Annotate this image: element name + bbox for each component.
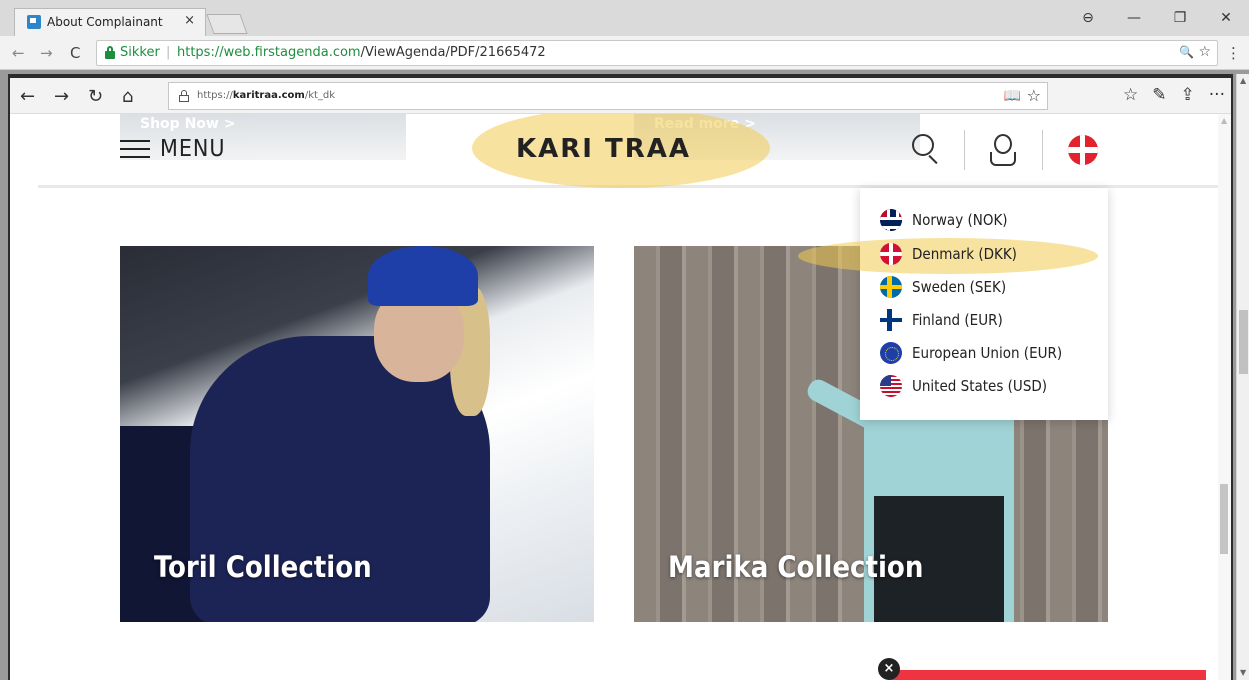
edge-address-bar[interactable]: https://karitraa.com/kt_dk 📖 ☆ xyxy=(168,82,1048,110)
norway-flag-icon xyxy=(880,209,902,231)
edge-back-icon[interactable]: ← xyxy=(20,86,35,107)
restore-button[interactable]: ❐ xyxy=(1157,10,1203,26)
header-divider xyxy=(964,130,965,170)
omnibox-separator: | xyxy=(166,45,171,60)
edge-url: https://karitraa.com/kt_dk xyxy=(197,90,336,101)
denmark-flag-icon[interactable] xyxy=(1068,135,1098,165)
reload-button[interactable]: C xyxy=(70,44,80,62)
currency-option-label: United States (USD) xyxy=(912,377,1048,395)
bookmark-star-icon[interactable]: ☆ xyxy=(1198,44,1211,60)
marika-collection-title: Marika Collection xyxy=(668,550,924,584)
add-favorite-icon[interactable]: ☆ xyxy=(1027,86,1041,105)
chrome-tab-strip: About Complainant × ⊖ — ❐ ✕ xyxy=(0,0,1249,36)
share-icon[interactable]: ⇪ xyxy=(1181,85,1195,105)
account-icon[interactable] xyxy=(990,134,1016,168)
menu-button[interactable]: MENU xyxy=(120,136,226,162)
site-scroll-up-icon[interactable]: ▲ xyxy=(1221,116,1227,125)
currency-option-usa[interactable]: United States (USD) xyxy=(880,371,1047,401)
zoom-icon[interactable]: 🔍 xyxy=(1179,45,1194,59)
web-notes-icon[interactable]: ✎ xyxy=(1152,85,1166,105)
currency-option-finland[interactable]: Finland (EUR) xyxy=(880,305,1003,335)
site-scrollbar[interactable]: ▲ xyxy=(1218,114,1231,680)
reading-view-icon[interactable]: 📖 xyxy=(1004,88,1021,104)
close-icon[interactable]: × xyxy=(878,658,900,680)
site-header: Shop Now > Read more > MENU KARI TRAA xyxy=(38,114,1218,188)
edge-toolbar: ← → ↻ ⌂ https://karitraa.com/kt_dk 📖 ☆ ☆… xyxy=(10,78,1231,114)
favorites-hub-icon[interactable]: ☆ xyxy=(1123,85,1138,105)
currency-dropdown: Norway (NOK) Denmark (DKK) Sweden (SEK) … xyxy=(798,188,1108,420)
header-divider xyxy=(1042,130,1043,170)
menu-label: MENU xyxy=(160,136,226,162)
edge-refresh-icon[interactable]: ↻ xyxy=(88,86,103,107)
back-button[interactable]: ← xyxy=(12,44,25,62)
toril-collection-tile[interactable]: Toril Collection xyxy=(120,246,594,622)
edge-home-icon[interactable]: ⌂ xyxy=(122,86,133,107)
toril-image-part xyxy=(368,246,478,306)
eu-flag-icon xyxy=(880,342,902,364)
promo-banner[interactable] xyxy=(890,670,1206,680)
us-flag-icon xyxy=(880,375,902,397)
new-tab-button[interactable] xyxy=(206,14,248,34)
firstagenda-favicon-icon xyxy=(27,15,41,29)
karitraa-page: Shop Now > Read more > MENU KARI TRAA To… xyxy=(10,114,1218,680)
chrome-toolbar: ← → C Sikker | https://web.firstagenda.c… xyxy=(0,36,1249,70)
scroll-up-arrow-icon[interactable]: ▲ xyxy=(1240,76,1246,85)
profile-icon[interactable]: ⊖ xyxy=(1065,10,1111,26)
scrollbar-thumb[interactable] xyxy=(1239,310,1248,374)
edge-lock-icon xyxy=(179,90,189,102)
currency-option-label: Norway (NOK) xyxy=(912,211,1008,229)
currency-option-norway[interactable]: Norway (NOK) xyxy=(880,205,1008,235)
chrome-tab-active[interactable]: About Complainant × xyxy=(14,8,206,36)
lock-icon xyxy=(105,46,115,59)
toril-collection-title: Toril Collection xyxy=(154,550,372,584)
minimize-button[interactable]: — xyxy=(1111,10,1157,26)
outer-page-scrollbar[interactable]: ▲ ▼ xyxy=(1236,74,1249,680)
currency-option-sweden[interactable]: Sweden (SEK) xyxy=(880,272,1006,302)
currency-option-label: European Union (EUR) xyxy=(912,344,1063,362)
close-window-button[interactable]: ✕ xyxy=(1203,10,1249,26)
sweden-flag-icon xyxy=(880,276,902,298)
more-icon[interactable]: ··· xyxy=(1209,85,1225,105)
site-scrollbar-thumb[interactable] xyxy=(1220,484,1228,554)
edge-right-actions: ☆ ✎ ⇪ ··· xyxy=(1123,85,1225,105)
currency-option-label: Sweden (SEK) xyxy=(912,278,1007,296)
tab-title: About Complainant xyxy=(47,15,163,29)
scroll-down-arrow-icon[interactable]: ▼ xyxy=(1240,668,1246,677)
currency-option-eu[interactable]: European Union (EUR) xyxy=(880,338,1062,368)
secure-label: Sikker xyxy=(120,45,160,60)
finland-flag-icon xyxy=(880,309,902,331)
edge-forward-icon[interactable]: → xyxy=(54,86,69,107)
omnibox-actions: 🔍 ☆ xyxy=(1179,44,1211,60)
kari-traa-logo[interactable]: KARI TRAA xyxy=(516,134,691,164)
forward-button[interactable]: → xyxy=(40,44,53,62)
search-icon[interactable] xyxy=(912,134,942,166)
currency-option-denmark[interactable]: Denmark (DKK) xyxy=(880,239,1017,269)
chrome-address-bar[interactable]: Sikker | https://web.firstagenda.com/Vie… xyxy=(96,40,1218,66)
window-controls: ⊖ — ❐ ✕ xyxy=(1065,0,1249,36)
tab-close-icon[interactable]: × xyxy=(184,13,195,28)
denmark-flag-icon xyxy=(880,243,902,265)
hamburger-icon xyxy=(120,140,150,158)
currency-option-label: Finland (EUR) xyxy=(912,311,1003,329)
address-url: https://web.firstagenda.com/ViewAgenda/P… xyxy=(177,45,546,60)
chrome-menu-icon[interactable]: ⋮ xyxy=(1226,44,1241,62)
currency-option-label: Denmark (DKK) xyxy=(912,245,1017,263)
